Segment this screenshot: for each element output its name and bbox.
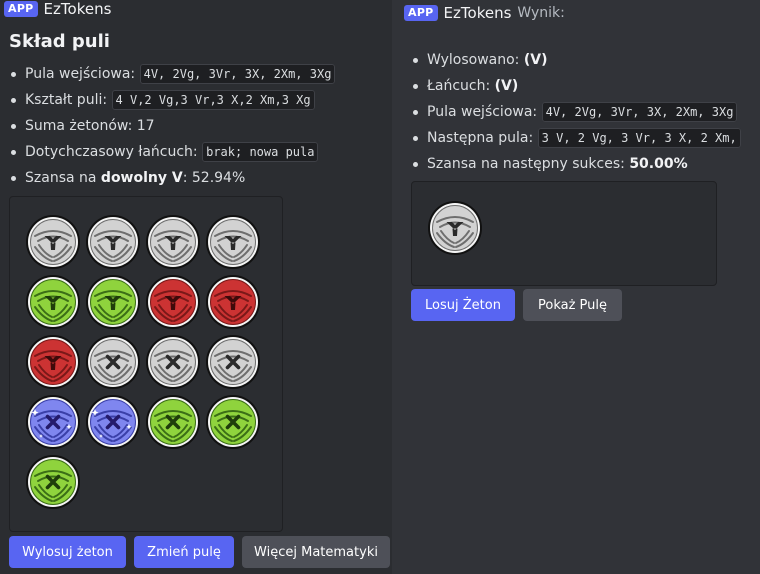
fact-label: Szansa na [25, 170, 101, 186]
left-fact-list: Pula wejściowa: 4V, 2Vg, 3Vr, 3X, 2Xm, 3… [9, 61, 336, 191]
token-v [205, 214, 261, 270]
fact-bold: 50.00% [629, 156, 688, 172]
fact-label: Pula wejściowa: [427, 104, 538, 120]
token-xm [25, 394, 81, 450]
fact-code: 4V, 2Vg, 3Vr, 3X, 2Xm, 3Xg [139, 64, 336, 84]
token-xg [25, 454, 81, 510]
token-vr [205, 274, 261, 330]
token-vg [85, 274, 141, 330]
x-cross-icon [206, 395, 260, 449]
token-xg [145, 394, 201, 450]
fact-item: Dotychczasowy łańcuch: brak; nowa pula [9, 139, 335, 165]
y-chevron-icon [26, 275, 80, 329]
left-message: APP EzTokens Skład puli Pula wejściowa: … [0, 0, 392, 574]
embed-title: Skład puli [9, 31, 110, 52]
token-v [85, 214, 141, 270]
show-pool-button[interactable]: Pokaż Pulę [523, 289, 622, 321]
more-math-button[interactable]: Więcej Matematyki [242, 536, 390, 568]
fact-item: Następna pula: 3 V, 2 Vg, 3 Vr, 3 X, 2 X… [411, 125, 741, 151]
fact-label: Łańcuch: [427, 78, 495, 94]
token-xm [85, 394, 141, 450]
y-chevron-icon [146, 215, 200, 269]
token-v [25, 214, 81, 270]
fact-label: Szansa na następny sukces: [427, 156, 630, 172]
token-x [145, 334, 201, 390]
right-message: APP EzTokens Wynik: Wylosowano: (V) Łańcu… [392, 0, 760, 574]
fact-code: brak; nowa pula [202, 142, 319, 162]
y-chevron-icon [206, 275, 260, 329]
fact-item: Pula wejściowa: 4V, 2Vg, 3Vr, 3X, 2Xm, 3… [411, 99, 741, 125]
fact-code: 4 V,2 Vg,3 Vr,3 X,2 Xm,3 Xg [111, 90, 315, 110]
fact-label: Suma żetonów: 17 [25, 118, 155, 134]
token-vr [145, 274, 201, 330]
change-pool-button[interactable]: Zmień pulę [134, 536, 234, 568]
app-badge-right: APP [404, 5, 438, 21]
right-fact-list: Wylosowano: (V) Łańcuch: (V) Pula wejściow… [411, 47, 741, 177]
fact-label: Następna pula: [427, 130, 534, 146]
x-cross-icon [146, 335, 200, 389]
fact-label: Dotychczasowy łańcuch: [25, 144, 198, 160]
fact-label: Wylosowano: [427, 52, 524, 68]
token-x [205, 334, 261, 390]
fact-label: Pula wejściowa: [25, 66, 136, 82]
right-header: APP EzTokens Wynik: [404, 4, 565, 22]
x-cross-icon [206, 335, 260, 389]
fact-item: Wylosowano: (V) [411, 47, 741, 73]
x-cross-icon [86, 335, 140, 389]
x-cross-icon [26, 455, 80, 509]
y-chevron-icon [146, 275, 200, 329]
token-xg [205, 394, 261, 450]
fact-bold: dowolny V [100, 170, 183, 186]
token-vg [25, 274, 81, 330]
token-grid [25, 214, 261, 514]
fact-bold: (V) [494, 78, 519, 94]
fact-item: Szansa na następny sukces: 50.00% [411, 151, 741, 177]
fact-code: 4V, 2Vg, 3Vr, 3X, 2Xm, 3Xg [541, 102, 738, 122]
bot-name[interactable]: EzTokens [44, 0, 112, 18]
y-chevron-icon [86, 215, 140, 269]
fact-suffix: : 52.94% [182, 170, 246, 186]
token-v [145, 214, 201, 270]
token-v [427, 200, 483, 256]
fact-bold: (V) [523, 52, 548, 68]
fact-label: Kształt puli: [25, 92, 108, 108]
left-header: APP EzTokens [4, 0, 111, 18]
y-chevron-icon [26, 215, 80, 269]
y-chevron-icon [206, 215, 260, 269]
fact-item: Łańcuch: (V) [411, 73, 741, 99]
x-cross-icon [146, 395, 200, 449]
token-x [85, 334, 141, 390]
fact-code: 3 V, 2 Vg, 3 Vr, 3 X, 2 Xm, [537, 128, 741, 148]
fact-item: Kształt puli: 4 V,2 Vg,3 Vr,3 X,2 Xm,3 X… [9, 87, 335, 113]
y-chevron-icon [26, 335, 80, 389]
x-cross-icon [86, 395, 140, 449]
fact-item: Szansa na dowolny V: 52.94% [9, 165, 335, 191]
drawn-token-grid [427, 200, 663, 260]
y-chevron-icon [428, 201, 482, 255]
fact-item: Pula wejściowa: 4V, 2Vg, 3Vr, 3X, 2Xm, 3… [9, 61, 336, 87]
token-vr [25, 334, 81, 390]
fact-item: Suma żetonów: 17 [9, 113, 335, 139]
draw-token-button[interactable]: Wylosuj żeton [9, 536, 126, 568]
bot-name-right[interactable]: EzTokens [444, 4, 512, 22]
y-chevron-icon [86, 275, 140, 329]
result-label: Wynik: [517, 5, 565, 21]
draw-token-button-right[interactable]: Losuj Żeton [411, 289, 515, 321]
x-cross-icon [26, 395, 80, 449]
app-badge: APP [4, 1, 38, 17]
